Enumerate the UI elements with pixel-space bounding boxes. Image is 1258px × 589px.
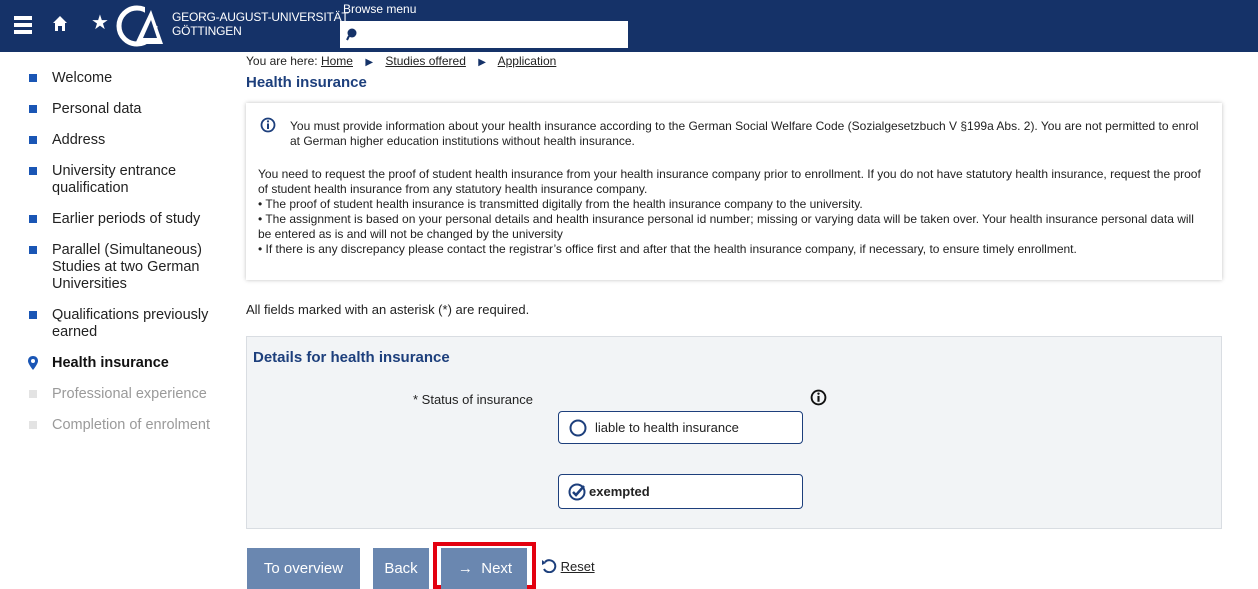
sidebar-item-health-insurance[interactable]: Health insurance <box>28 355 233 372</box>
step-done-icon <box>29 105 37 113</box>
sidebar-item-university-entrance-qualification[interactable]: University entrance qualification <box>28 163 233 197</box>
step-done-icon <box>29 311 37 319</box>
breadcrumb-application[interactable]: Application <box>498 54 557 68</box>
breadcrumb: You are here: Home ▶ Studies offered ▶ A… <box>246 54 557 68</box>
step-done-icon <box>29 215 37 223</box>
step-done-icon <box>29 136 37 144</box>
progress-sidebar: Welcome Personal data Address University… <box>28 70 233 448</box>
info-details: You need to request the proof of student… <box>258 167 1201 256</box>
top-bar: ★ GEORG-AUGUST-UNIVERSITÄT GÖTTINGEN Bro… <box>0 0 1258 52</box>
sidebar-item-earlier-periods-of-study[interactable]: Earlier periods of study <box>28 211 233 228</box>
arrow-right-icon: → <box>457 560 473 577</box>
to-overview-button[interactable]: To overview <box>247 548 360 589</box>
sidebar-item-personal-data[interactable]: Personal data <box>28 101 233 118</box>
info-requirement-text: You must provide information about your … <box>290 119 1199 148</box>
breadcrumb-studies-offered[interactable]: Studies offered <box>385 54 466 68</box>
sidebar-item-completion-of-enrolment: Completion of enrolment <box>28 417 233 434</box>
radio-liable-to-health-insurance[interactable]: liable to health insurance <box>558 411 803 444</box>
star-icon[interactable]: ★ <box>91 10 109 34</box>
step-done-icon <box>29 74 37 82</box>
reset-icon <box>542 559 557 574</box>
step-pending-icon <box>29 421 37 429</box>
sidebar-item-address[interactable]: Address <box>28 132 233 149</box>
required-fields-note: All fields marked with an asterisk (*) a… <box>246 302 530 317</box>
next-button[interactable]: → Next <box>441 548 527 589</box>
status-of-insurance-label: * Status of insurance <box>413 392 533 407</box>
browse-menu-label: Browse menu <box>343 2 417 16</box>
sidebar-item-professional-experience: Professional experience <box>28 386 233 403</box>
health-insurance-form: Details for health insurance * Status of… <box>246 336 1222 529</box>
sidebar-item-parallel-studies[interactable]: Parallel (Simultaneous) Studies at two G… <box>28 242 233 293</box>
chevron-right-icon: ▶ <box>478 57 486 68</box>
radio-checked-icon <box>568 483 586 501</box>
browse-menu-search-input[interactable] <box>340 21 628 48</box>
sidebar-item-welcome[interactable]: Welcome <box>28 70 233 87</box>
menu-icon[interactable] <box>14 16 32 34</box>
radio-empty-icon <box>569 419 587 437</box>
step-done-icon <box>29 167 37 175</box>
section-title: Details for health insurance <box>253 349 450 366</box>
university-logo-icon[interactable] <box>113 4 171 48</box>
info-icon[interactable] <box>810 389 827 406</box>
search-icon <box>346 28 357 41</box>
sidebar-item-qualifications[interactable]: Qualifications previously earned <box>28 307 233 341</box>
back-button[interactable]: Back <box>373 548 429 589</box>
breadcrumb-home[interactable]: Home <box>321 54 353 68</box>
radio-exempted[interactable]: exempted <box>558 474 803 509</box>
home-icon[interactable] <box>52 15 68 33</box>
university-name[interactable]: GEORG-AUGUST-UNIVERSITÄT GÖTTINGEN <box>172 10 349 38</box>
info-icon <box>260 117 276 133</box>
reset-button[interactable]: Reset <box>541 559 595 574</box>
chevron-right-icon: ▶ <box>365 57 374 68</box>
location-pin-icon <box>28 356 38 370</box>
info-box: You must provide information about your … <box>246 103 1222 280</box>
page-title: Health insurance <box>246 74 367 91</box>
step-done-icon <box>29 246 37 254</box>
step-pending-icon <box>29 390 37 398</box>
